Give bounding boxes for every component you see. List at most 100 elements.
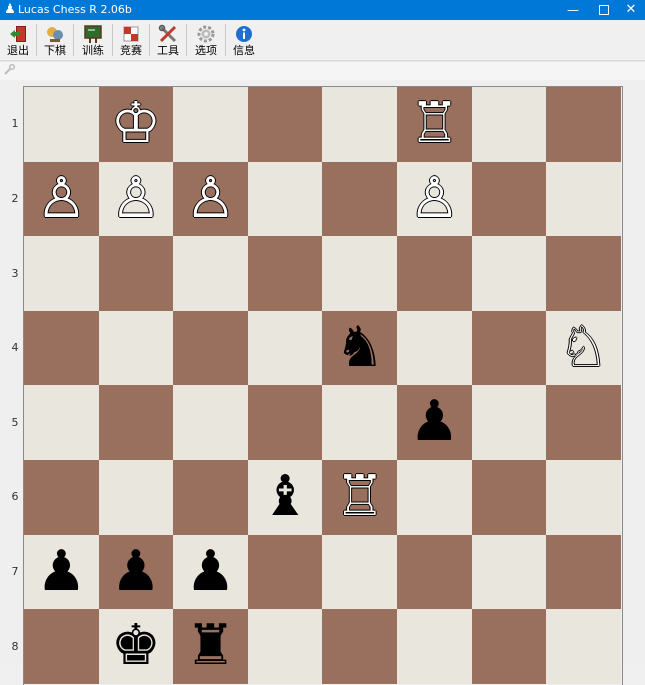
board-square[interactable] (98, 236, 174, 311)
board-square[interactable] (173, 87, 248, 162)
toolbar-separator (149, 24, 150, 56)
board-square[interactable] (546, 609, 621, 684)
board-square[interactable] (24, 87, 99, 162)
board-square[interactable] (397, 460, 472, 535)
window-title: Lucas Chess R 2.06b (18, 3, 132, 16)
toolbar-competition-button[interactable]: 竞赛 (115, 22, 147, 58)
board-square[interactable] (247, 385, 323, 460)
board-square[interactable] (546, 460, 621, 535)
board-square[interactable] (546, 385, 621, 460)
board-square[interactable] (397, 236, 472, 311)
board-square[interactable] (322, 534, 397, 610)
black-rook[interactable]: ♜ (173, 609, 248, 684)
rank-label: 8 (11, 639, 19, 653)
board-square[interactable] (173, 310, 248, 386)
toolbar-separator (112, 24, 113, 56)
wrench-icon[interactable] (3, 64, 15, 76)
board-square[interactable] (173, 236, 248, 311)
board-square[interactable] (397, 609, 472, 684)
board-square[interactable] (173, 385, 248, 460)
board-square[interactable] (24, 236, 99, 311)
board-square[interactable] (322, 87, 397, 162)
board-square[interactable] (397, 310, 472, 386)
exit-icon (10, 26, 26, 42)
toolbar-play-label: 下棋 (44, 44, 66, 57)
white-pawn[interactable]: ♙ (24, 162, 99, 237)
black-bishop[interactable]: ♝ (248, 460, 323, 535)
training-icon (84, 25, 102, 43)
board-square[interactable] (247, 609, 323, 684)
board-square[interactable] (397, 534, 472, 610)
board-square[interactable] (24, 310, 99, 386)
white-king[interactable]: ♔ (99, 87, 174, 162)
board-square[interactable] (471, 310, 547, 386)
chess-board[interactable]: ♔ ♖ ♙ ♙ ♙ ♙ ♞ ♘ ♟ ♝ ♖ ♟ ♟ ♟ ♚ ♜ (24, 87, 622, 685)
toolbar-options-button[interactable]: 选项 (189, 22, 223, 58)
board-square[interactable] (98, 460, 174, 535)
toolbar-info-button[interactable]: 信息 (228, 22, 260, 58)
board-square[interactable] (98, 385, 174, 460)
board-square[interactable] (471, 609, 547, 684)
white-pawn[interactable]: ♙ (397, 162, 472, 237)
board-square[interactable] (471, 87, 547, 162)
rank-label: 5 (11, 415, 19, 429)
white-rook[interactable]: ♖ (322, 460, 397, 535)
close-button[interactable]: ✕ (616, 0, 645, 20)
board-square[interactable] (247, 87, 323, 162)
white-pawn[interactable]: ♙ (99, 162, 174, 237)
white-rook[interactable]: ♖ (397, 87, 472, 162)
rank-label: 6 (11, 490, 19, 504)
main-toolbar: 退出 下棋 训练 竞赛 工具 选项 信息 (0, 20, 645, 61)
minimize-button[interactable]: — (558, 0, 588, 20)
white-knight[interactable]: ♘ (546, 311, 621, 386)
board-square[interactable] (471, 534, 547, 610)
board-square[interactable] (24, 385, 99, 460)
toolbar-training-button[interactable]: 训练 (76, 22, 110, 58)
board-square[interactable] (471, 161, 547, 237)
board-square[interactable] (546, 87, 621, 162)
board-square[interactable] (546, 534, 621, 610)
toolbar-tools-label: 工具 (157, 44, 179, 57)
maximize-button[interactable] (589, 0, 619, 20)
black-pawn[interactable]: ♟ (24, 535, 99, 610)
rank-label: 7 (11, 564, 19, 578)
black-knight[interactable]: ♞ (322, 311, 397, 386)
white-pawn[interactable]: ♙ (173, 162, 248, 237)
toolbar-play-button[interactable]: 下棋 (39, 22, 71, 58)
board-square[interactable] (247, 534, 323, 610)
toolbar-tools-button[interactable]: 工具 (152, 22, 184, 58)
board-square[interactable] (247, 161, 323, 237)
board-square[interactable] (173, 460, 248, 535)
black-pawn[interactable]: ♟ (173, 535, 248, 610)
rank-label: 4 (11, 341, 19, 355)
board-square[interactable] (546, 161, 621, 237)
info-icon (236, 26, 252, 42)
toolbar-separator (225, 24, 226, 56)
board-square[interactable] (322, 161, 397, 237)
board-square[interactable] (471, 236, 547, 311)
board-square[interactable] (98, 310, 174, 386)
rank-label: 3 (11, 266, 19, 280)
toolbar-exit-label: 退出 (7, 44, 29, 57)
board-square[interactable] (322, 385, 397, 460)
tools-icon (158, 24, 177, 43)
board-square[interactable] (247, 236, 323, 311)
toolbar-options-label: 选项 (195, 44, 217, 57)
black-pawn[interactable]: ♟ (397, 385, 472, 460)
board-square[interactable] (471, 385, 547, 460)
title-bar: ♟ Lucas Chess R 2.06b — ✕ (0, 0, 645, 20)
chess-app-icon: ♟ (4, 2, 16, 17)
board-square[interactable] (247, 310, 323, 386)
toolbar-info-label: 信息 (233, 44, 255, 57)
black-king[interactable]: ♚ (99, 609, 174, 684)
board-square[interactable] (322, 236, 397, 311)
toolbar-training-label: 训练 (82, 44, 104, 57)
board-square[interactable] (322, 609, 397, 684)
board-square[interactable] (24, 460, 99, 535)
board-square[interactable] (471, 460, 547, 535)
board-square[interactable] (546, 236, 621, 311)
toolbar-exit-button[interactable]: 退出 (2, 22, 34, 58)
maximize-icon (599, 4, 609, 15)
board-square[interactable] (24, 609, 99, 684)
black-pawn[interactable]: ♟ (99, 535, 174, 610)
